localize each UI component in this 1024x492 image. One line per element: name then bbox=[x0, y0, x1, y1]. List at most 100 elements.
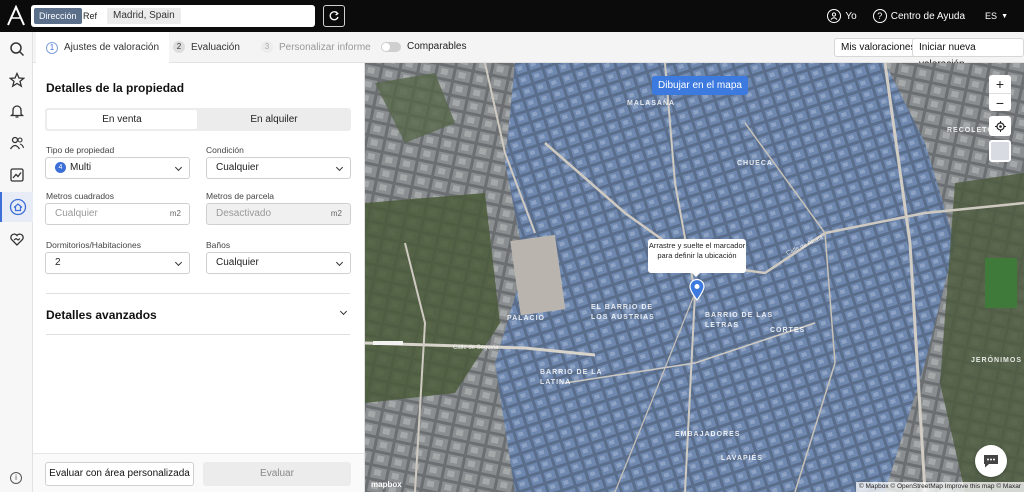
property-type-label: Tipo de propiedad bbox=[46, 145, 115, 155]
refresh-button[interactable] bbox=[323, 5, 345, 27]
plot-unit: m2 bbox=[330, 209, 342, 218]
chevron-down-icon bbox=[335, 258, 344, 267]
language-selector[interactable]: ES ▼ bbox=[985, 11, 1008, 21]
nav-notifications[interactable] bbox=[0, 96, 33, 126]
bell-icon bbox=[9, 105, 24, 118]
sqm-input[interactable]: Cualquier m2 bbox=[45, 203, 190, 225]
chevron-down-icon bbox=[335, 163, 344, 172]
segment-sale[interactable]: En venta bbox=[47, 110, 197, 129]
search-mode-address[interactable]: Dirección bbox=[34, 8, 82, 24]
map-label-chueca: CHUECA bbox=[737, 160, 773, 167]
nav-search[interactable] bbox=[0, 34, 33, 64]
bathrooms-select[interactable]: Cualquier bbox=[206, 252, 351, 274]
map-label-malasana: MALASAÑA bbox=[627, 100, 676, 107]
nav-valuation[interactable] bbox=[0, 192, 33, 222]
search-icon bbox=[9, 42, 24, 57]
chat-icon bbox=[984, 455, 998, 468]
step-2-label: Evaluación bbox=[191, 41, 240, 53]
step-2-tab[interactable]: 2 Evaluación bbox=[173, 41, 240, 53]
chevron-down-icon bbox=[174, 163, 183, 172]
step-1-number: 1 bbox=[46, 41, 58, 54]
nav-analytics[interactable] bbox=[0, 160, 33, 190]
panel-footer: Evaluar con área personalizada Evaluar bbox=[33, 453, 364, 492]
sqm-unit: m2 bbox=[169, 209, 181, 218]
chat-support-button[interactable] bbox=[975, 445, 1007, 477]
property-details-panel: Detalles de la propiedad En venta En alq… bbox=[33, 63, 365, 492]
nav-favorites[interactable] bbox=[0, 65, 33, 95]
map-label-palacio: PALACIO bbox=[507, 315, 545, 322]
chevron-down-icon bbox=[174, 258, 183, 267]
map-label-austrias: EL BARRIO DE LOS AUSTRIAS bbox=[591, 304, 655, 321]
step-3-tab: 3 Personalizar informe bbox=[261, 41, 371, 53]
search-query-chip[interactable]: Madrid, Spain bbox=[107, 8, 181, 24]
nav-users[interactable] bbox=[0, 128, 33, 158]
property-type-select[interactable]: 4 Multi bbox=[45, 157, 190, 179]
top-right-menu: Yo ? Centro de Ayuda ES ▼ bbox=[827, 0, 1024, 32]
step-1-tab[interactable]: 1 Ajustes de valoración bbox=[36, 32, 170, 63]
search-box[interactable]: Dirección Ref Madrid, Spain bbox=[31, 5, 315, 27]
map-label-lavapies: LAVAPIÉS bbox=[721, 455, 763, 462]
evaluate-button[interactable]: Evaluar bbox=[203, 462, 351, 486]
app-logo[interactable] bbox=[6, 5, 26, 27]
condition-value: Cualquier bbox=[216, 162, 259, 173]
map-label-letras: BARRIO DE LAS LETRAS bbox=[705, 312, 774, 329]
step-3-label: Personalizar informe bbox=[279, 41, 371, 53]
help-center-link[interactable]: ? Centro de Ayuda bbox=[872, 9, 966, 23]
map-label-latina: BARRIO DE LA LATINA bbox=[540, 369, 603, 386]
map-label-embajadores: EMBAJADORES bbox=[675, 431, 741, 438]
map-label-cortes: CORTES bbox=[770, 327, 806, 334]
sqm-label: Metros cuadrados bbox=[46, 191, 115, 201]
crosshair-icon bbox=[994, 120, 1006, 132]
plot-placeholder: Desactivado bbox=[216, 208, 272, 219]
zoom-out-button[interactable]: − bbox=[989, 93, 1011, 111]
comparables-toggle[interactable] bbox=[381, 42, 401, 52]
map-style-toggle[interactable] bbox=[989, 140, 1011, 162]
chevron-down-icon[interactable] bbox=[339, 307, 348, 316]
step-2-number: 2 bbox=[173, 41, 185, 53]
chart-icon bbox=[9, 168, 24, 182]
zoom-in-button[interactable]: + bbox=[989, 75, 1011, 93]
nav-deals[interactable] bbox=[0, 224, 33, 254]
comparables-label: Comparables bbox=[407, 41, 467, 52]
property-type-value: Multi bbox=[70, 162, 92, 173]
user-menu[interactable]: Yo bbox=[827, 9, 857, 23]
caret-down-icon: ▼ bbox=[1001, 12, 1008, 20]
map-attribution[interactable]: © Mapbox © OpenStreetMap Improve this ma… bbox=[855, 482, 1024, 492]
custom-area-button[interactable]: Evaluar con área personalizada bbox=[45, 462, 194, 486]
step-3-number: 3 bbox=[261, 41, 273, 53]
plot-label: Metros de parcela bbox=[206, 191, 275, 201]
new-valuation-button[interactable]: Iniciar nueva valoración bbox=[912, 38, 1024, 70]
panel-title: Detalles de la propiedad bbox=[46, 81, 185, 95]
help-icon: ? bbox=[872, 9, 887, 23]
marker-tooltip: Arrastre y suelte el marcador para defin… bbox=[648, 239, 746, 277]
advanced-details-toggle[interactable]: Detalles avanzados bbox=[46, 308, 157, 322]
draw-on-map-button[interactable]: Dibujar en el mapa bbox=[652, 76, 748, 95]
handshake-heart-icon bbox=[9, 233, 24, 246]
info-icon[interactable]: i bbox=[10, 472, 22, 484]
satellite-map-background bbox=[365, 63, 1024, 492]
zoom-controls: + − bbox=[989, 75, 1011, 111]
segment-rent[interactable]: En alquiler bbox=[199, 110, 349, 129]
condition-label: Condición bbox=[206, 145, 244, 155]
house-valuation-icon bbox=[9, 198, 26, 216]
map-view[interactable]: CHUECA RECOLETOS MALASAÑA EL BARRIO DE L… bbox=[365, 63, 1024, 492]
section-divider bbox=[46, 334, 350, 335]
search-mode-ref[interactable]: Ref bbox=[81, 8, 99, 24]
refresh-icon bbox=[329, 11, 339, 21]
bedrooms-label: Dormitorios/Habitaciones bbox=[46, 240, 141, 250]
step-bar: 1 Ajustes de valoración 2 Evaluación 3 P… bbox=[33, 32, 1024, 70]
locate-button[interactable] bbox=[989, 116, 1011, 136]
condition-select[interactable]: Cualquier bbox=[206, 157, 351, 179]
my-valuations-button[interactable]: Mis valoraciones bbox=[834, 38, 923, 57]
section-divider bbox=[46, 293, 350, 294]
location-marker-icon[interactable] bbox=[689, 279, 705, 301]
listing-type-segmented-control: En venta En alquiler bbox=[45, 108, 351, 131]
sqm-placeholder: Cualquier bbox=[55, 208, 98, 219]
language-label: ES bbox=[985, 11, 998, 21]
users-icon bbox=[9, 136, 24, 150]
selected-count-badge: 4 bbox=[55, 162, 66, 173]
bedrooms-value: 2 bbox=[55, 257, 61, 268]
help-label: Centro de Ayuda bbox=[890, 10, 966, 22]
bedrooms-select[interactable]: 2 bbox=[45, 252, 190, 274]
bathrooms-label: Baños bbox=[206, 240, 231, 250]
